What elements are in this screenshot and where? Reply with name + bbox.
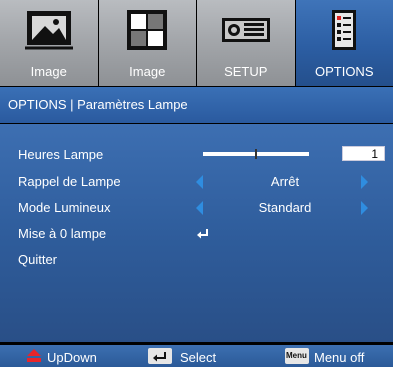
footer-updown-label: UpDown: [47, 350, 97, 365]
checklist-icon: [332, 10, 357, 50]
arrow-right-icon[interactable]: [361, 201, 368, 215]
menu-row-lamp-hours[interactable]: Heures Lampe 1: [0, 144, 393, 166]
projector-icon: [221, 18, 270, 42]
tab-image[interactable]: Image: [0, 0, 98, 86]
tab-label: SETUP: [224, 64, 268, 79]
footer-menu-off-label: Menu off: [314, 350, 365, 365]
tab-label: Image: [129, 64, 166, 79]
tab-setup[interactable]: SETUP: [197, 0, 295, 86]
tab-options[interactable]: OPTIONS: [295, 0, 393, 86]
footer-select-label: Select: [180, 350, 217, 365]
arrow-left-icon[interactable]: [196, 201, 203, 215]
menu-title-bar: OPTIONS | Paramètres Lampe: [0, 87, 393, 123]
lamp-hours-label: Heures Lampe: [18, 147, 104, 162]
menu-row-brightness-mode[interactable]: Mode Lumineux Standard: [0, 197, 393, 219]
lamp-hours-value[interactable]: 1: [342, 146, 385, 161]
menu-key-text: Menu: [286, 351, 307, 360]
lamp-hours-slider[interactable]: [203, 149, 309, 159]
arrow-right-icon[interactable]: [361, 175, 368, 189]
arrow-left-icon[interactable]: [196, 175, 203, 189]
footer-bar: UpDown Select Menu Menu off: [0, 345, 393, 367]
menu-row-lamp-reset[interactable]: Mise à 0 lampe: [0, 223, 393, 245]
grayscale-grid-icon: [127, 10, 168, 50]
tab-image-2[interactable]: Image: [98, 0, 196, 86]
slider-thumb[interactable]: [255, 149, 257, 159]
tab-bar: Image Image SETUP OPTIONS: [0, 0, 393, 86]
lamp-reminder-value: Arrêt: [270, 174, 300, 189]
page-title: OPTIONS | Paramètres Lampe: [8, 97, 188, 112]
options-panel: Heures Lampe 1 Rappel de Lampe Arrêt Mod…: [0, 124, 393, 342]
tab-label: OPTIONS: [314, 64, 374, 79]
brightness-mode-value: Standard: [258, 200, 312, 215]
exit-label: Quitter: [18, 252, 58, 267]
menu-key-icon: Menu: [285, 348, 309, 364]
enter-icon[interactable]: [196, 228, 210, 240]
brightness-mode-label: Mode Lumineux: [18, 200, 111, 215]
enter-key-icon: [148, 348, 172, 364]
lamp-reset-label: Mise à 0 lampe: [18, 226, 107, 241]
lamp-reminder-label: Rappel de Lampe: [18, 174, 121, 189]
tab-label: Image: [30, 64, 67, 79]
updown-icon: [27, 349, 41, 362]
osd-menu: Image Image SETUP OPTIONS OPTIONS | Para…: [0, 0, 393, 367]
menu-row-exit[interactable]: Quitter: [0, 249, 393, 271]
picture-frame-icon: [24, 11, 73, 50]
menu-row-lamp-reminder[interactable]: Rappel de Lampe Arrêt: [0, 171, 393, 193]
